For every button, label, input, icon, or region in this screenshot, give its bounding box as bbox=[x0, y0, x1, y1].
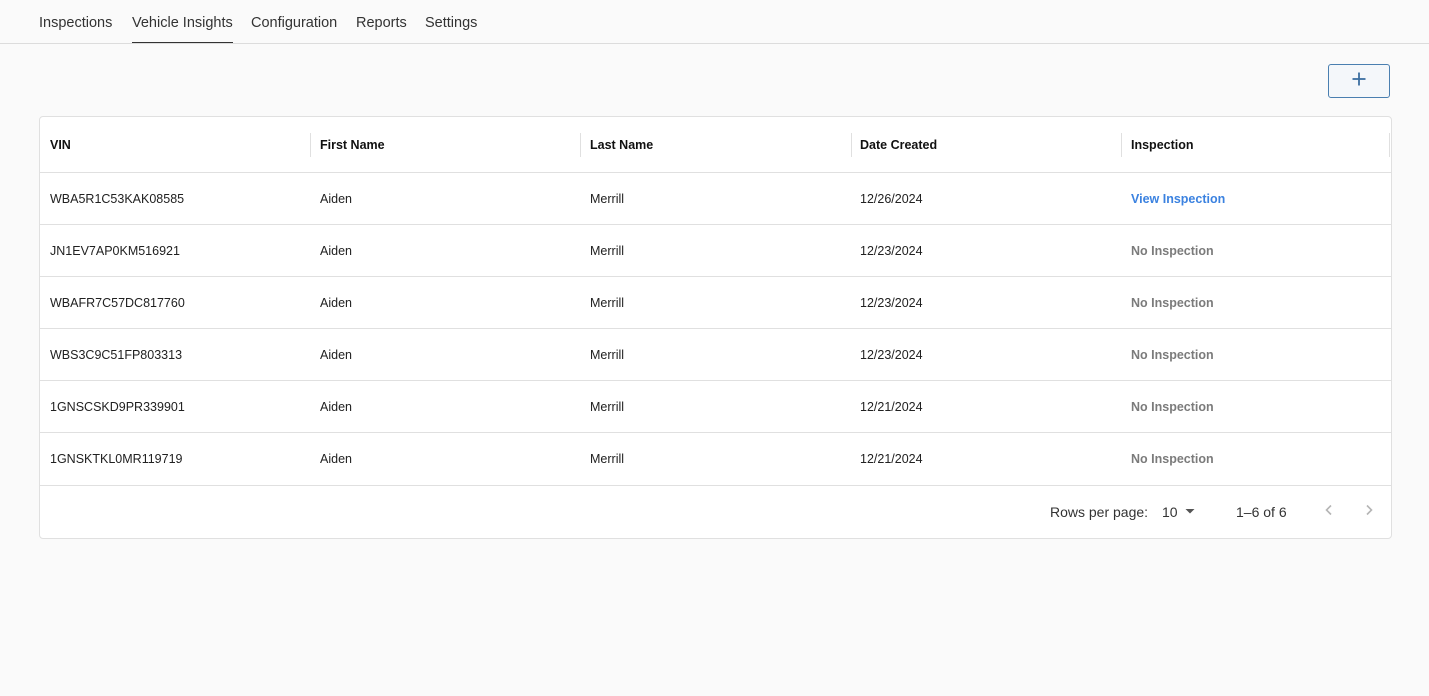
column-separator[interactable] bbox=[1121, 133, 1122, 157]
chevron-left-icon bbox=[1322, 503, 1336, 522]
first-name-cell: Aiden bbox=[320, 243, 352, 258]
no-inspection-text: No Inspection bbox=[1131, 243, 1214, 258]
first-name-cell: Aiden bbox=[320, 399, 352, 414]
vin-cell: JN1EV7AP0KM516921 bbox=[50, 243, 180, 258]
first-name-cell: Aiden bbox=[320, 452, 352, 466]
last-name-cell: Merrill bbox=[590, 452, 625, 466]
caret-down-icon bbox=[1184, 504, 1196, 520]
top-nav: Inspections Vehicle Insights Configurati… bbox=[0, 0, 1429, 44]
table-header-row: VIN First Name Last Name Date Created In… bbox=[40, 117, 1391, 173]
date-created-cell: 12/26/2024 bbox=[860, 191, 923, 206]
tab-vehicle-insights[interactable]: Vehicle Insights bbox=[132, 0, 233, 43]
no-inspection-text: No Inspection bbox=[1131, 347, 1214, 362]
vin-cell: WBS3C9C51FP803313 bbox=[50, 347, 183, 362]
column-separator[interactable] bbox=[580, 133, 581, 157]
rows-per-page-value: 10 bbox=[1162, 504, 1178, 520]
vin-cell: WBA5R1C53KAK08585 bbox=[50, 191, 185, 206]
no-inspection-text: No Inspection bbox=[1131, 295, 1214, 310]
add-vehicle-button[interactable] bbox=[1328, 64, 1390, 98]
date-created-cell: 12/23/2024 bbox=[860, 347, 923, 362]
previous-page-button[interactable] bbox=[1316, 499, 1342, 525]
column-separator[interactable] bbox=[1389, 133, 1390, 157]
last-name-cell: Merrill bbox=[590, 347, 625, 362]
view-inspection-link[interactable]: View Inspection bbox=[1131, 173, 1225, 224]
tab-reports[interactable]: Reports bbox=[356, 0, 407, 43]
no-inspection-text: No Inspection bbox=[1131, 399, 1214, 414]
last-name-cell: Merrill bbox=[590, 191, 625, 206]
no-inspection-text: No Inspection bbox=[1131, 452, 1214, 466]
table-row[interactable]: 1GNSKTKL0MR119719 Aiden Merrill 12/21/20… bbox=[40, 433, 1391, 486]
column-separator[interactable] bbox=[851, 133, 852, 157]
date-created-cell: 12/23/2024 bbox=[860, 243, 923, 258]
vin-cell: WBAFR7C57DC817760 bbox=[50, 295, 185, 310]
first-name-cell: Aiden bbox=[320, 191, 352, 206]
column-header-vin[interactable]: VIN bbox=[50, 117, 71, 172]
pagination-range: 1–6 of 6 bbox=[1236, 504, 1287, 520]
vehicle-table: VIN First Name Last Name Date Created In… bbox=[39, 116, 1392, 539]
column-separator[interactable] bbox=[310, 133, 311, 157]
rows-per-page-select[interactable]: 10 bbox=[1162, 486, 1196, 538]
first-name-cell: Aiden bbox=[320, 295, 352, 310]
date-created-cell: 12/23/2024 bbox=[860, 295, 923, 310]
first-name-cell: Aiden bbox=[320, 347, 352, 362]
column-header-first-name[interactable]: First Name bbox=[320, 117, 385, 172]
table-row[interactable]: WBS3C9C51FP803313 Aiden Merrill 12/23/20… bbox=[40, 329, 1391, 381]
chevron-right-icon bbox=[1362, 503, 1376, 522]
last-name-cell: Merrill bbox=[590, 399, 625, 414]
date-created-cell: 12/21/2024 bbox=[860, 452, 923, 466]
last-name-cell: Merrill bbox=[590, 295, 625, 310]
column-header-inspection[interactable]: Inspection bbox=[1131, 117, 1194, 172]
tab-configuration[interactable]: Configuration bbox=[251, 0, 337, 43]
column-header-date-created[interactable]: Date Created bbox=[860, 117, 937, 172]
table-row[interactable]: 1GNSCSKD9PR339901 Aiden Merrill 12/21/20… bbox=[40, 381, 1391, 433]
last-name-cell: Merrill bbox=[590, 243, 625, 258]
vin-cell: 1GNSKTKL0MR119719 bbox=[50, 452, 183, 466]
table-row[interactable]: WBAFR7C57DC817760 Aiden Merrill 12/23/20… bbox=[40, 277, 1391, 329]
tab-settings[interactable]: Settings bbox=[425, 0, 477, 43]
table-row[interactable]: WBA5R1C53KAK08585 Aiden Merrill 12/26/20… bbox=[40, 173, 1391, 225]
vin-cell: 1GNSCSKD9PR339901 bbox=[50, 399, 185, 414]
table-pagination: Rows per page: 10 1–6 of 6 bbox=[40, 486, 1391, 538]
column-header-last-name[interactable]: Last Name bbox=[590, 117, 653, 172]
next-page-button[interactable] bbox=[1356, 499, 1382, 525]
plus-icon bbox=[1351, 71, 1367, 92]
tab-inspections[interactable]: Inspections bbox=[39, 0, 112, 43]
table-row[interactable]: JN1EV7AP0KM516921 Aiden Merrill 12/23/20… bbox=[40, 225, 1391, 277]
date-created-cell: 12/21/2024 bbox=[860, 399, 923, 414]
rows-per-page-label: Rows per page: bbox=[1050, 504, 1149, 520]
